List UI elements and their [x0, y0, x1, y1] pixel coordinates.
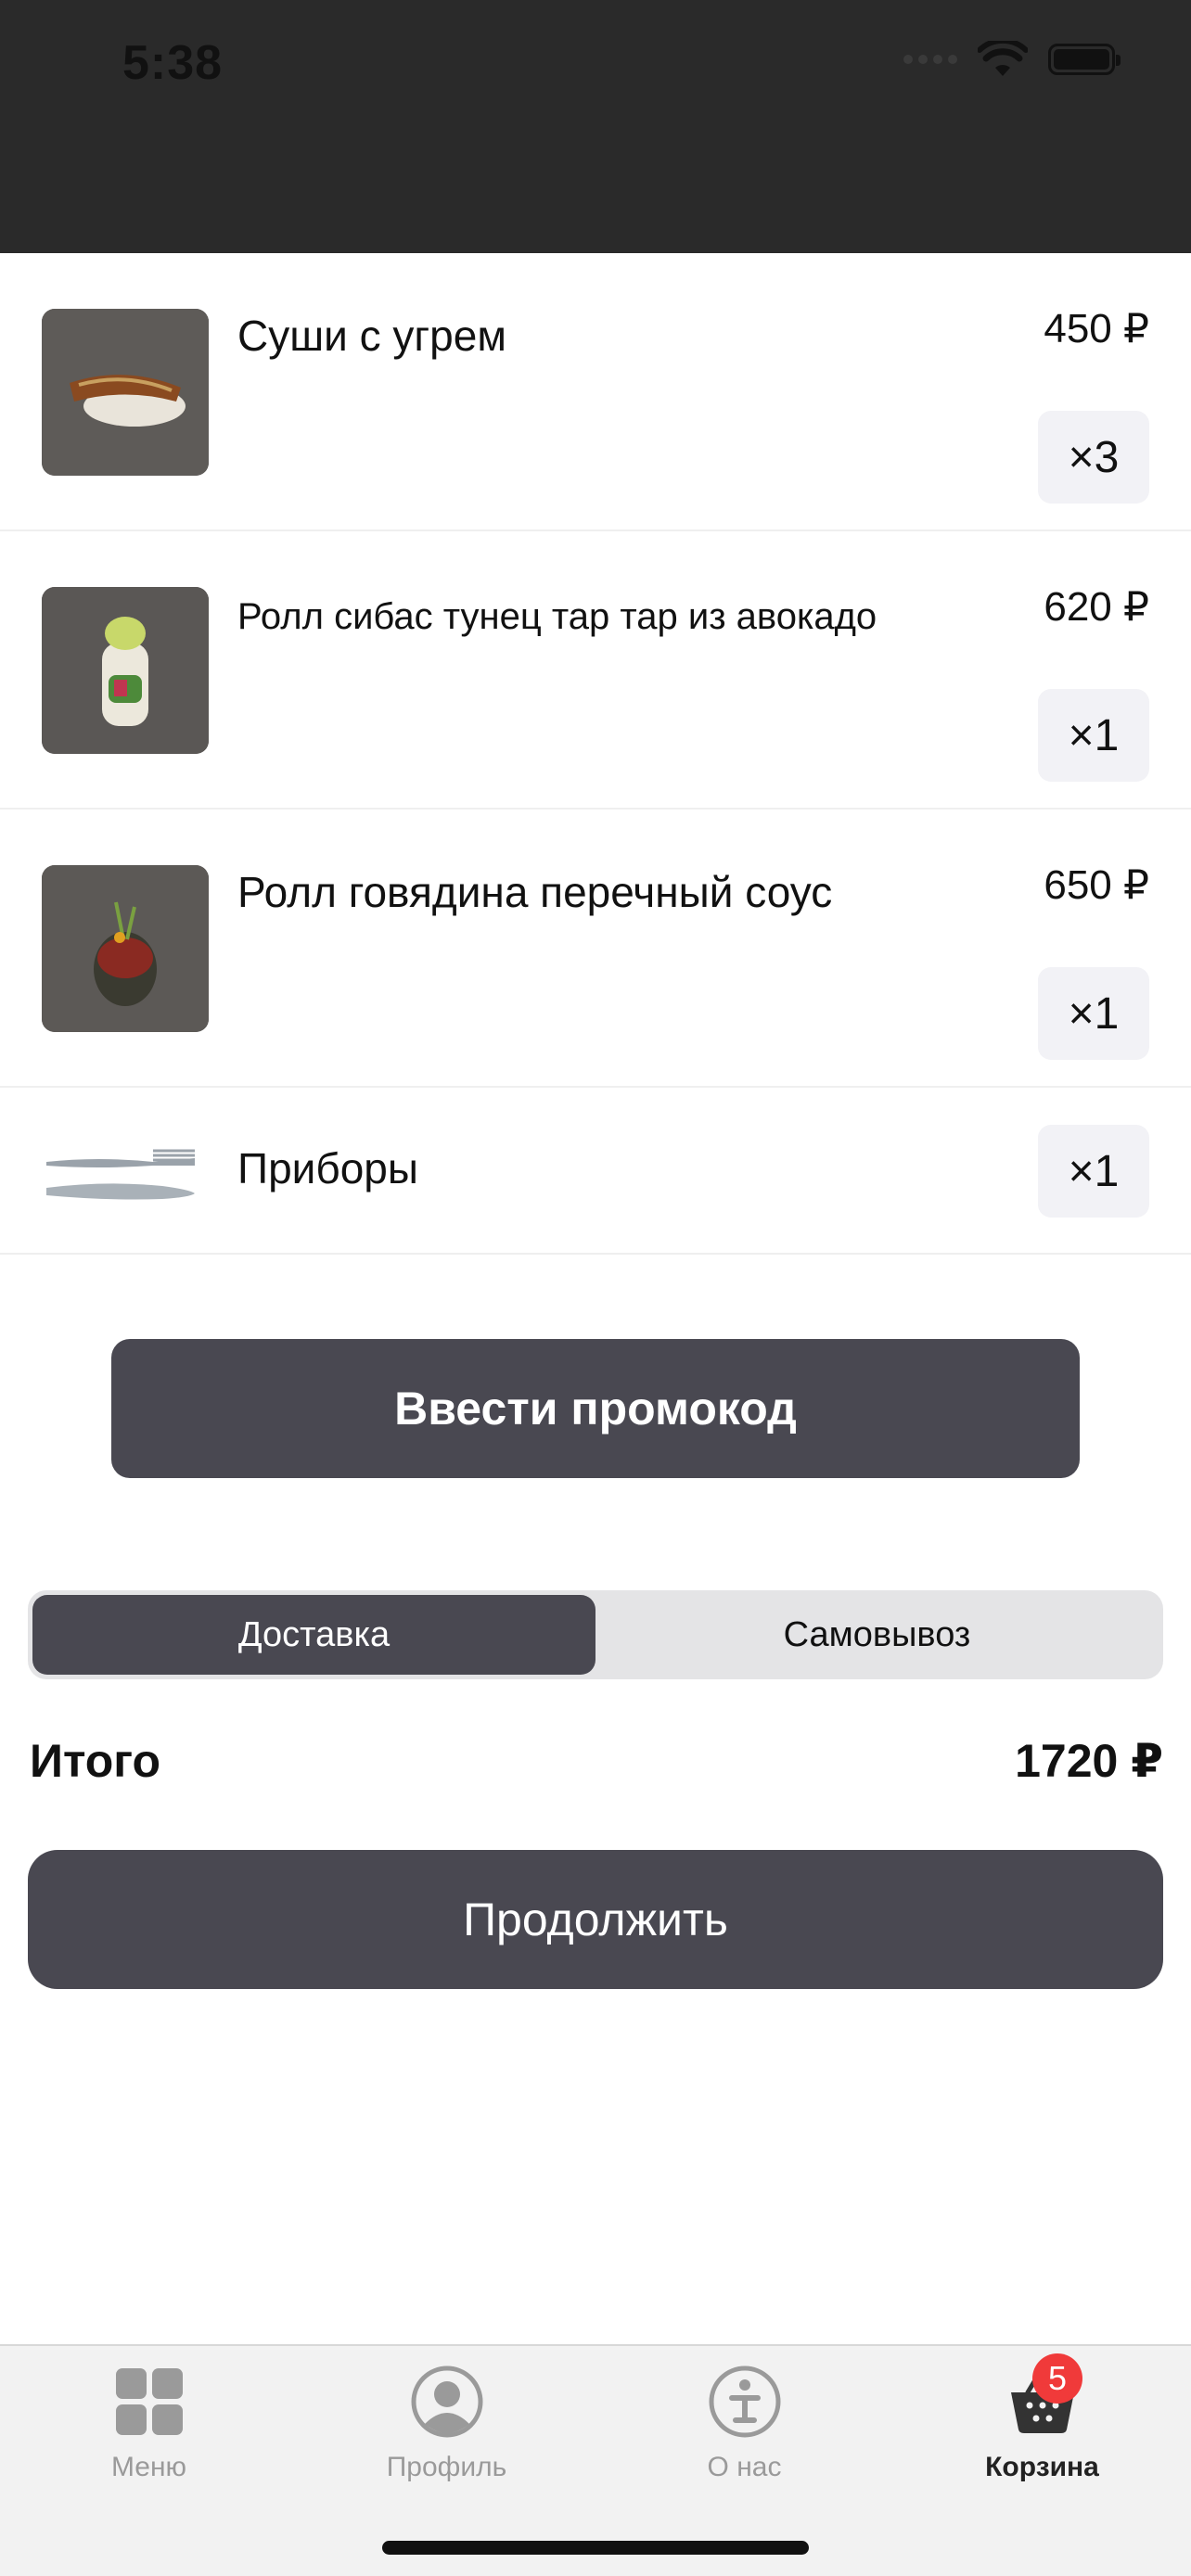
- quantity-button[interactable]: ×3: [1038, 411, 1149, 504]
- cart-item[interactable]: Суши с угрем 450 ₽ ×3: [0, 253, 1191, 531]
- continue-button[interactable]: Продолжить: [28, 1850, 1163, 1989]
- tab-label: Корзина: [985, 2452, 1099, 2482]
- item-price: 650 ₽: [1044, 862, 1149, 908]
- item-price: 450 ₽: [1044, 306, 1149, 351]
- battery-icon: [1048, 44, 1121, 75]
- cutlery-image: [42, 1116, 209, 1227]
- roll-seabass-image: [42, 587, 209, 754]
- status-indicators: [903, 41, 1121, 78]
- tab-label: Профиль: [386, 2452, 507, 2482]
- cart-item[interactable]: Ролл говядина перечный соус 650 ₽ ×1: [0, 810, 1191, 1088]
- wifi-icon: [978, 41, 1028, 76]
- tab-label: Меню: [110, 2452, 187, 2482]
- info-icon: [709, 2366, 780, 2438]
- segment-pickup[interactable]: Самовывоз: [596, 1595, 1159, 1675]
- grid-icon: [115, 2368, 183, 2435]
- cart-item[interactable]: Ролл сибас тунец тар тар из авокадо 620 …: [0, 531, 1191, 810]
- quantity-button[interactable]: ×1: [1038, 689, 1149, 782]
- home-indicator[interactable]: [382, 2541, 809, 2555]
- person-icon: [411, 2366, 482, 2438]
- cart-list: Суши с угрем 450 ₽ ×3 Ролл сибас тунец т…: [0, 253, 1191, 1255]
- cellular-signal-icon: [903, 55, 957, 64]
- total-value: 1720 ₽: [1015, 1735, 1163, 1787]
- item-name: Ролл говядина перечный соус: [237, 868, 833, 916]
- item-name: Суши с угрем: [237, 312, 506, 360]
- tab-cart[interactable]: Корзина 5: [893, 2346, 1191, 2576]
- roll-beef-image: [42, 865, 209, 1032]
- item-name: Приборы: [237, 1144, 418, 1192]
- quantity-button[interactable]: ×1: [1038, 1125, 1149, 1218]
- status-time: 5:38: [122, 36, 224, 90]
- tab-menu[interactable]: Меню: [0, 2346, 298, 2576]
- sushi-eel-image: [42, 309, 209, 476]
- item-price: 620 ₽: [1044, 584, 1149, 630]
- cart-item[interactable]: Приборы ×1: [0, 1088, 1191, 1255]
- segment-delivery[interactable]: Доставка: [32, 1595, 596, 1675]
- status-bar: 5:38: [0, 0, 1191, 253]
- total-label: Итого: [30, 1735, 161, 1787]
- cart-count-badge: 5: [1032, 2353, 1082, 2404]
- item-name: Ролл сибас тунец тар тар из авокадо: [237, 596, 877, 637]
- quantity-button[interactable]: ×1: [1038, 967, 1149, 1060]
- tab-label: О нас: [707, 2452, 782, 2482]
- delivery-segmented-control: Доставка Самовывоз: [28, 1590, 1163, 1679]
- promo-code-button[interactable]: Ввести промокод: [111, 1339, 1080, 1478]
